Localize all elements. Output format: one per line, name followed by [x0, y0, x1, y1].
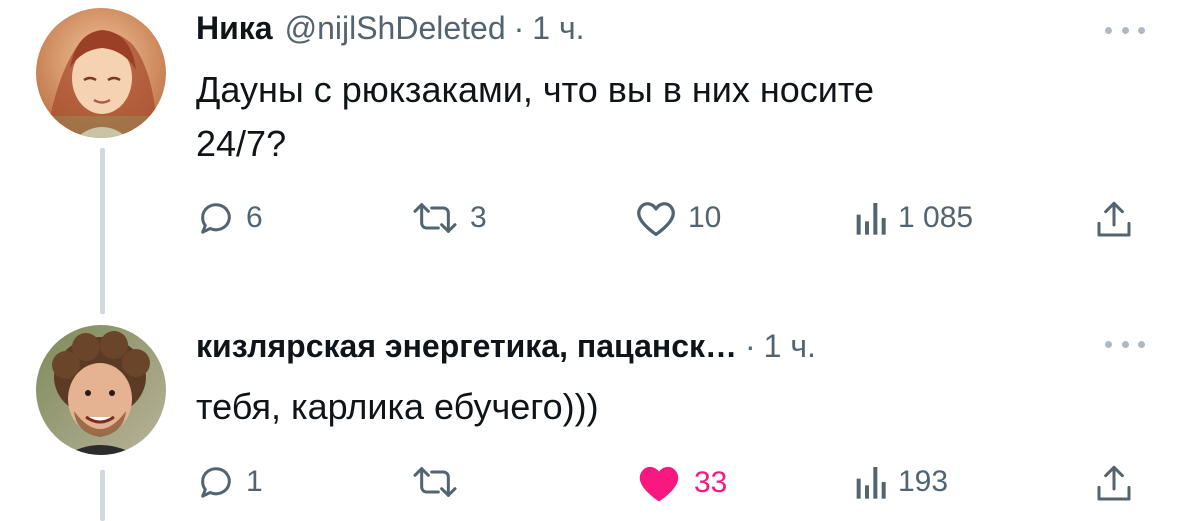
retweet-icon — [413, 203, 457, 233]
more-dots-icon[interactable] — [1105, 334, 1145, 354]
thread-line-top — [100, 148, 105, 314]
views-count: 1 085 — [898, 201, 974, 234]
like-button[interactable]: 10 — [634, 198, 721, 238]
avatar[interactable] — [36, 8, 166, 138]
more-dots-icon[interactable] — [1105, 20, 1145, 40]
share-button[interactable] — [1094, 198, 1134, 242]
user-handle[interactable]: @nijlShDeleted — [285, 10, 506, 47]
like-button[interactable]: 33 — [634, 462, 727, 504]
like-count: 33 — [694, 466, 728, 499]
retweet-count: 3 — [470, 201, 487, 234]
display-name[interactable]: Ника — [196, 10, 273, 47]
thread-line-bottom — [100, 470, 105, 521]
display-name[interactable]: кизлярская энергетика, пацанск… — [196, 328, 737, 365]
retweet-icon — [413, 467, 457, 497]
heart-icon — [637, 202, 675, 236]
share-button[interactable] — [1094, 462, 1134, 506]
timestamp[interactable]: 1 ч. — [764, 328, 816, 365]
share-icon — [1097, 201, 1131, 237]
tweet-text-line: Дауны с рюкзаками, что вы в них носите — [196, 69, 874, 110]
views-count: 193 — [898, 465, 949, 498]
tweet-header: кизлярская энергетика, пацанск… · 1 ч. — [196, 328, 816, 365]
views-button[interactable]: 193 — [852, 462, 948, 502]
tweet-text: Дауны с рюкзаками, что вы в них носите 2… — [196, 63, 1096, 171]
share-icon — [1097, 465, 1131, 501]
retweet-button[interactable]: 3 — [410, 198, 487, 238]
tweet-text: тебя, карлика ебучего))) — [196, 380, 1096, 434]
tweet-text-line: тебя, карлика ебучего))) — [196, 386, 599, 427]
timestamp[interactable]: 1 ч. — [532, 10, 584, 47]
heart-icon — [639, 466, 679, 502]
reply-button[interactable]: 1 — [196, 462, 263, 502]
reply-button[interactable]: 6 — [196, 198, 263, 238]
avatar[interactable] — [36, 325, 166, 455]
reply-icon — [201, 467, 231, 498]
views-chart-icon — [856, 467, 886, 499]
tweet-header: Ника @nijlShDeleted · 1 ч. — [196, 10, 585, 47]
tweet-text-line: 24/7? — [196, 123, 287, 164]
views-chart-icon — [856, 203, 886, 235]
separator-dot: · — [513, 10, 525, 46]
reply-icon — [201, 203, 231, 234]
reply-count: 1 — [246, 465, 263, 498]
like-count: 10 — [688, 201, 722, 234]
separator-dot: · — [745, 328, 756, 364]
views-button[interactable]: 1 085 — [852, 198, 973, 238]
retweet-button[interactable] — [410, 462, 470, 502]
reply-count: 6 — [246, 201, 263, 234]
